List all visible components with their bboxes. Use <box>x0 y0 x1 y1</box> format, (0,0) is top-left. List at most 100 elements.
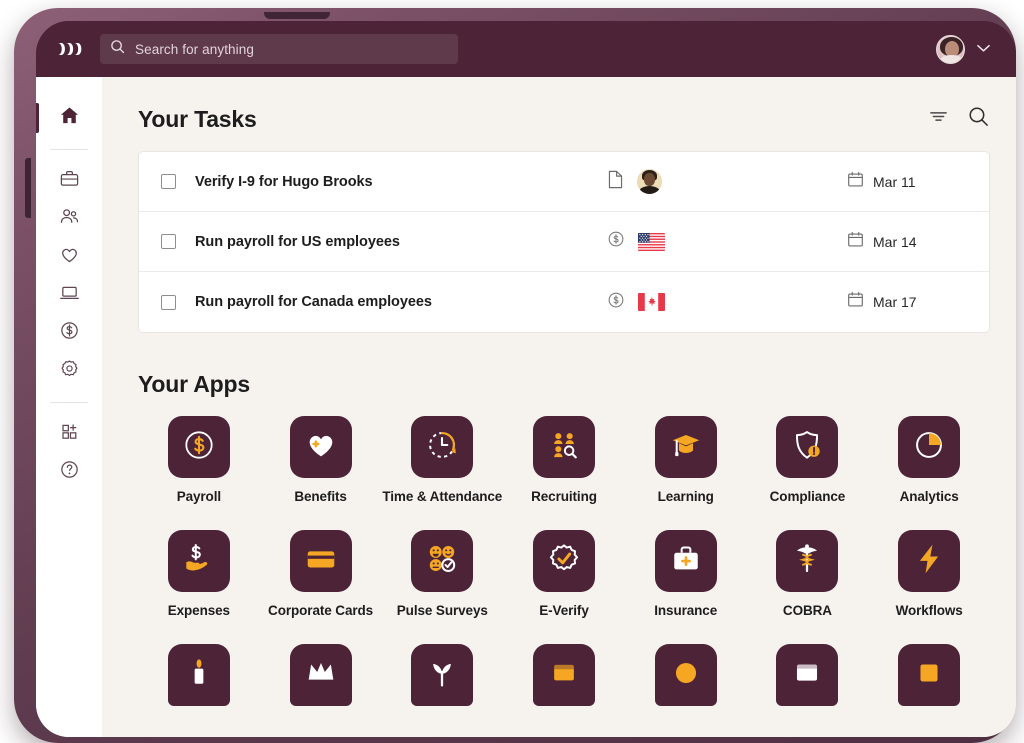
global-search-box[interactable] <box>100 34 458 64</box>
task-checkbox[interactable] <box>161 294 176 310</box>
app-tile-corporate-cards[interactable]: Corporate Cards <box>260 530 382 618</box>
task-label: Run payroll for US employees <box>195 233 400 250</box>
app-tile-expenses[interactable]: Expenses <box>138 530 260 618</box>
caduceus-icon <box>789 541 825 582</box>
app-label: Pulse Surveys <box>396 603 488 618</box>
tasks-header: Your Tasks <box>138 105 990 133</box>
sidebar-item-briefcase[interactable] <box>49 162 89 200</box>
medical-kit-icon <box>668 541 704 582</box>
gear-icon <box>59 358 80 384</box>
app-tile-time-attendance[interactable]: Time & Attendance <box>381 416 503 504</box>
task-checkbox[interactable] <box>161 174 176 189</box>
rippling-logo-icon[interactable] <box>54 34 88 64</box>
tablet-device-frame: Your Tasks <box>14 8 1016 743</box>
topbar-right-cluster <box>936 34 990 64</box>
app-tile-partial-3[interactable] <box>381 644 503 717</box>
app-tile-cobra[interactable]: COBRA <box>747 530 869 618</box>
app-label: Analytics <box>899 489 959 504</box>
task-meta <box>547 291 847 314</box>
app-tile-bg <box>898 644 961 706</box>
app-tile-partial-5[interactable] <box>625 644 747 717</box>
app-tile-partial-6[interactable] <box>747 644 869 717</box>
app-tile-recruiting[interactable]: Recruiting <box>503 416 625 504</box>
credit-card-icon <box>303 541 339 582</box>
question-circle-icon <box>59 459 80 485</box>
app-label: Compliance <box>769 489 846 504</box>
app-tile-partial-2[interactable] <box>260 644 382 717</box>
table-row[interactable]: Run payroll for Canada employees Mar 17 <box>139 272 989 332</box>
app-tile-bg <box>167 644 230 706</box>
app-tile-bg <box>411 416 474 478</box>
app-tile-bg <box>898 416 961 478</box>
sidebar-item-help[interactable] <box>49 453 89 491</box>
app-tile-bg <box>532 416 595 478</box>
circle-icon <box>668 655 704 696</box>
sidebar-item-finance[interactable] <box>49 314 89 352</box>
app-tile-partial-1[interactable] <box>138 644 260 717</box>
people-icon <box>59 206 80 232</box>
app-tile-pulse-surveys[interactable]: Pulse Surveys <box>381 530 503 618</box>
sidebar-item-home[interactable] <box>36 99 89 137</box>
app-label: Recruiting <box>531 489 597 504</box>
sidebar-item-add-apps[interactable] <box>49 415 89 453</box>
tablet-screen: Your Tasks <box>36 21 1016 737</box>
app-tile-workflows[interactable]: Workflows <box>868 530 990 618</box>
task-due-date: Mar 17 <box>847 291 967 313</box>
heart-icon <box>59 244 80 270</box>
document-icon <box>607 170 624 194</box>
app-tile-benefits[interactable]: Benefits <box>260 416 382 504</box>
candle-icon <box>181 655 217 696</box>
main-content: Your Tasks Verify I-9 for Hugo Brooks Ma… <box>102 77 1016 737</box>
dollar-circle-icon <box>607 291 625 314</box>
app-tile-bg <box>167 416 230 478</box>
app-tile-bg <box>167 530 230 592</box>
app-tile-bg <box>411 644 474 706</box>
app-tile-e-verify[interactable]: E-Verify <box>503 530 625 618</box>
app-tile-analytics[interactable]: Analytics <box>868 416 990 504</box>
app-tile-partial-7[interactable] <box>868 644 990 717</box>
shield-alert-icon <box>789 427 825 468</box>
device-side-button[interactable] <box>25 158 31 218</box>
calendar-icon <box>847 231 864 253</box>
apps-header: Your Apps <box>138 371 990 398</box>
app-tile-compliance[interactable]: Compliance <box>747 416 869 504</box>
app-tile-learning[interactable]: Learning <box>625 416 747 504</box>
chevron-down-icon[interactable] <box>977 40 990 58</box>
app-label: COBRA <box>782 603 832 618</box>
search-input[interactable] <box>135 41 448 57</box>
tasks-search-icon[interactable] <box>967 105 990 133</box>
task-due-date: Mar 11 <box>847 171 967 193</box>
top-navigation-bar <box>36 21 1016 77</box>
sidebar-item-benefits[interactable] <box>49 238 89 276</box>
task-due-text: Mar 17 <box>873 294 917 310</box>
task-checkbox[interactable] <box>161 234 176 249</box>
table-row[interactable]: Run payroll for US employees Mar 14 <box>139 212 989 272</box>
app-tile-bg <box>532 644 595 706</box>
app-tile-partial-4[interactable] <box>503 644 625 717</box>
app-label: Insurance <box>654 603 718 618</box>
left-sidebar <box>36 77 102 737</box>
lightning-bolt-icon <box>911 541 947 582</box>
badge-check-icon <box>546 541 582 582</box>
task-due-text: Mar 14 <box>873 233 917 250</box>
app-tile-insurance[interactable]: Insurance <box>625 530 747 618</box>
sidebar-item-people[interactable] <box>49 200 89 238</box>
app-label: Expenses <box>167 603 230 618</box>
task-due-date: Mar 14 <box>847 231 967 253</box>
us-flag-icon <box>638 232 665 251</box>
sidebar-item-settings[interactable] <box>49 352 89 390</box>
sidebar-item-devices[interactable] <box>49 276 89 314</box>
graduation-cap-icon <box>668 427 704 468</box>
filter-icon[interactable] <box>928 106 949 132</box>
dollar-circle-icon <box>607 230 625 253</box>
app-label: E-Verify <box>539 603 589 618</box>
calendar-icon <box>847 291 864 313</box>
device-notch <box>264 12 330 19</box>
app-tile-bg <box>776 530 839 592</box>
app-label: Time & Attendance <box>382 489 503 504</box>
canada-flag-icon <box>638 293 665 311</box>
laptop-icon <box>59 282 80 308</box>
app-tile-payroll[interactable]: Payroll <box>138 416 260 504</box>
user-avatar[interactable] <box>936 34 965 64</box>
table-row[interactable]: Verify I-9 for Hugo Brooks Mar 11 <box>139 152 989 212</box>
